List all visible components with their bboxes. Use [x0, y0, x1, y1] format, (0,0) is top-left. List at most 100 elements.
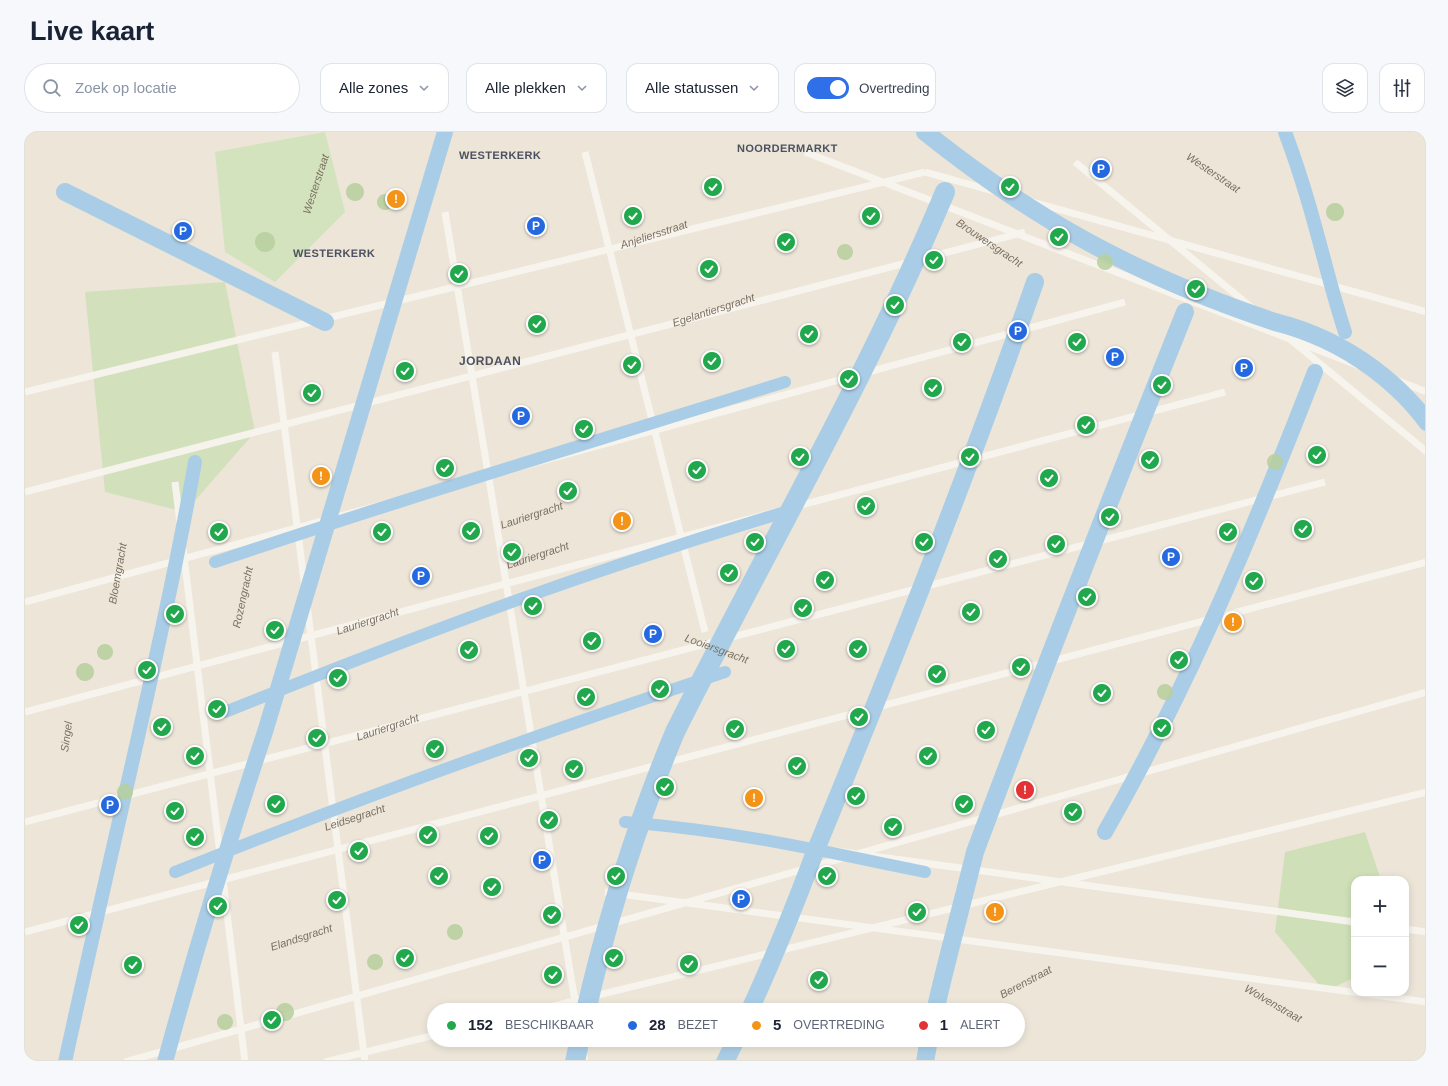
marker-available[interactable]: [434, 457, 456, 479]
marker-available[interactable]: [1066, 331, 1088, 353]
marker-available[interactable]: [775, 638, 797, 660]
marker-available[interactable]: [953, 793, 975, 815]
marker-available[interactable]: [518, 747, 540, 769]
marker-violation[interactable]: !: [310, 465, 332, 487]
marker-available[interactable]: [526, 313, 548, 335]
marker-available[interactable]: [686, 459, 708, 481]
violation-toggle-control[interactable]: Overtreding: [794, 63, 936, 113]
marker-available[interactable]: [917, 745, 939, 767]
marker-available[interactable]: [792, 597, 814, 619]
marker-occupied[interactable]: P: [730, 888, 752, 910]
marker-available[interactable]: [744, 531, 766, 553]
marker-available[interactable]: [999, 176, 1021, 198]
marker-occupied[interactable]: P: [642, 623, 664, 645]
marker-occupied[interactable]: P: [1090, 158, 1112, 180]
marker-available[interactable]: [538, 809, 560, 831]
marker-available[interactable]: [151, 716, 173, 738]
marker-available[interactable]: [164, 800, 186, 822]
search-box[interactable]: [24, 63, 300, 113]
filters-button[interactable]: [1379, 63, 1425, 113]
marker-available[interactable]: [458, 639, 480, 661]
marker-available[interactable]: [164, 603, 186, 625]
marker-available[interactable]: [557, 480, 579, 502]
marker-available[interactable]: [581, 630, 603, 652]
marker-occupied[interactable]: P: [525, 215, 547, 237]
marker-occupied[interactable]: P: [99, 794, 121, 816]
marker-available[interactable]: [808, 969, 830, 991]
marker-available[interactable]: [301, 382, 323, 404]
marker-available[interactable]: [207, 895, 229, 917]
marker-available[interactable]: [1151, 717, 1173, 739]
marker-available[interactable]: [208, 521, 230, 543]
marker-available[interactable]: [654, 776, 676, 798]
marker-available[interactable]: [701, 350, 723, 372]
marker-occupied[interactable]: P: [531, 849, 553, 871]
marker-available[interactable]: [265, 793, 287, 815]
marker-available[interactable]: [327, 667, 349, 689]
marker-available[interactable]: [264, 619, 286, 641]
marker-available[interactable]: [541, 904, 563, 926]
marker-available[interactable]: [68, 914, 90, 936]
marker-available[interactable]: [702, 176, 724, 198]
marker-available[interactable]: [848, 706, 870, 728]
marker-available[interactable]: [975, 719, 997, 741]
marker-available[interactable]: [603, 947, 625, 969]
marker-available[interactable]: [184, 745, 206, 767]
marker-available[interactable]: [789, 446, 811, 468]
marker-available[interactable]: [326, 889, 348, 911]
marker-available[interactable]: [1306, 444, 1328, 466]
marker-available[interactable]: [845, 785, 867, 807]
search-input[interactable]: [75, 79, 275, 97]
marker-available[interactable]: [698, 258, 720, 280]
marker-available[interactable]: [122, 954, 144, 976]
marker-available[interactable]: [678, 953, 700, 975]
status-dropdown[interactable]: Alle statussen: [626, 63, 780, 113]
marker-available[interactable]: [1151, 374, 1173, 396]
marker-available[interactable]: [1139, 449, 1161, 471]
marker-available[interactable]: [306, 727, 328, 749]
marker-occupied[interactable]: P: [1104, 346, 1126, 368]
marker-available[interactable]: [1185, 278, 1207, 300]
marker-available[interactable]: [922, 377, 944, 399]
marker-available[interactable]: [605, 865, 627, 887]
marker-available[interactable]: [261, 1009, 283, 1031]
marker-available[interactable]: [786, 755, 808, 777]
marker-available[interactable]: [501, 541, 523, 563]
marker-available[interactable]: [960, 601, 982, 623]
marker-available[interactable]: [448, 263, 470, 285]
marker-available[interactable]: [1062, 801, 1084, 823]
marker-alert[interactable]: !: [1014, 779, 1036, 801]
marker-occupied[interactable]: P: [410, 565, 432, 587]
marker-violation[interactable]: !: [385, 188, 407, 210]
marker-available[interactable]: [649, 678, 671, 700]
marker-available[interactable]: [860, 205, 882, 227]
marker-available[interactable]: [882, 816, 904, 838]
marker-violation[interactable]: !: [611, 510, 633, 532]
marker-available[interactable]: [816, 865, 838, 887]
marker-available[interactable]: [563, 758, 585, 780]
zoom-in-button[interactable]: +: [1351, 876, 1409, 936]
marker-available[interactable]: [923, 249, 945, 271]
marker-occupied[interactable]: P: [1160, 546, 1182, 568]
marker-available[interactable]: [348, 840, 370, 862]
marker-available[interactable]: [724, 718, 746, 740]
marker-available[interactable]: [1217, 521, 1239, 543]
marker-available[interactable]: [428, 865, 450, 887]
marker-available[interactable]: [424, 738, 446, 760]
marker-available[interactable]: [906, 901, 928, 923]
violation-toggle[interactable]: [807, 77, 849, 99]
marker-available[interactable]: [1045, 533, 1067, 555]
marker-available[interactable]: [987, 548, 1009, 570]
marker-available[interactable]: [951, 331, 973, 353]
marker-available[interactable]: [1038, 467, 1060, 489]
marker-available[interactable]: [1010, 656, 1032, 678]
spots-dropdown[interactable]: Alle plekken: [466, 63, 607, 113]
marker-available[interactable]: [394, 947, 416, 969]
zones-dropdown[interactable]: Alle zones: [320, 63, 450, 113]
marker-available[interactable]: [184, 826, 206, 848]
marker-available[interactable]: [926, 663, 948, 685]
live-map[interactable]: WESTERKERK WESTERKERK NOORDERMARKT JORDA…: [24, 131, 1426, 1061]
layers-button[interactable]: [1322, 63, 1368, 113]
marker-available[interactable]: [1243, 570, 1265, 592]
marker-available[interactable]: [542, 964, 564, 986]
